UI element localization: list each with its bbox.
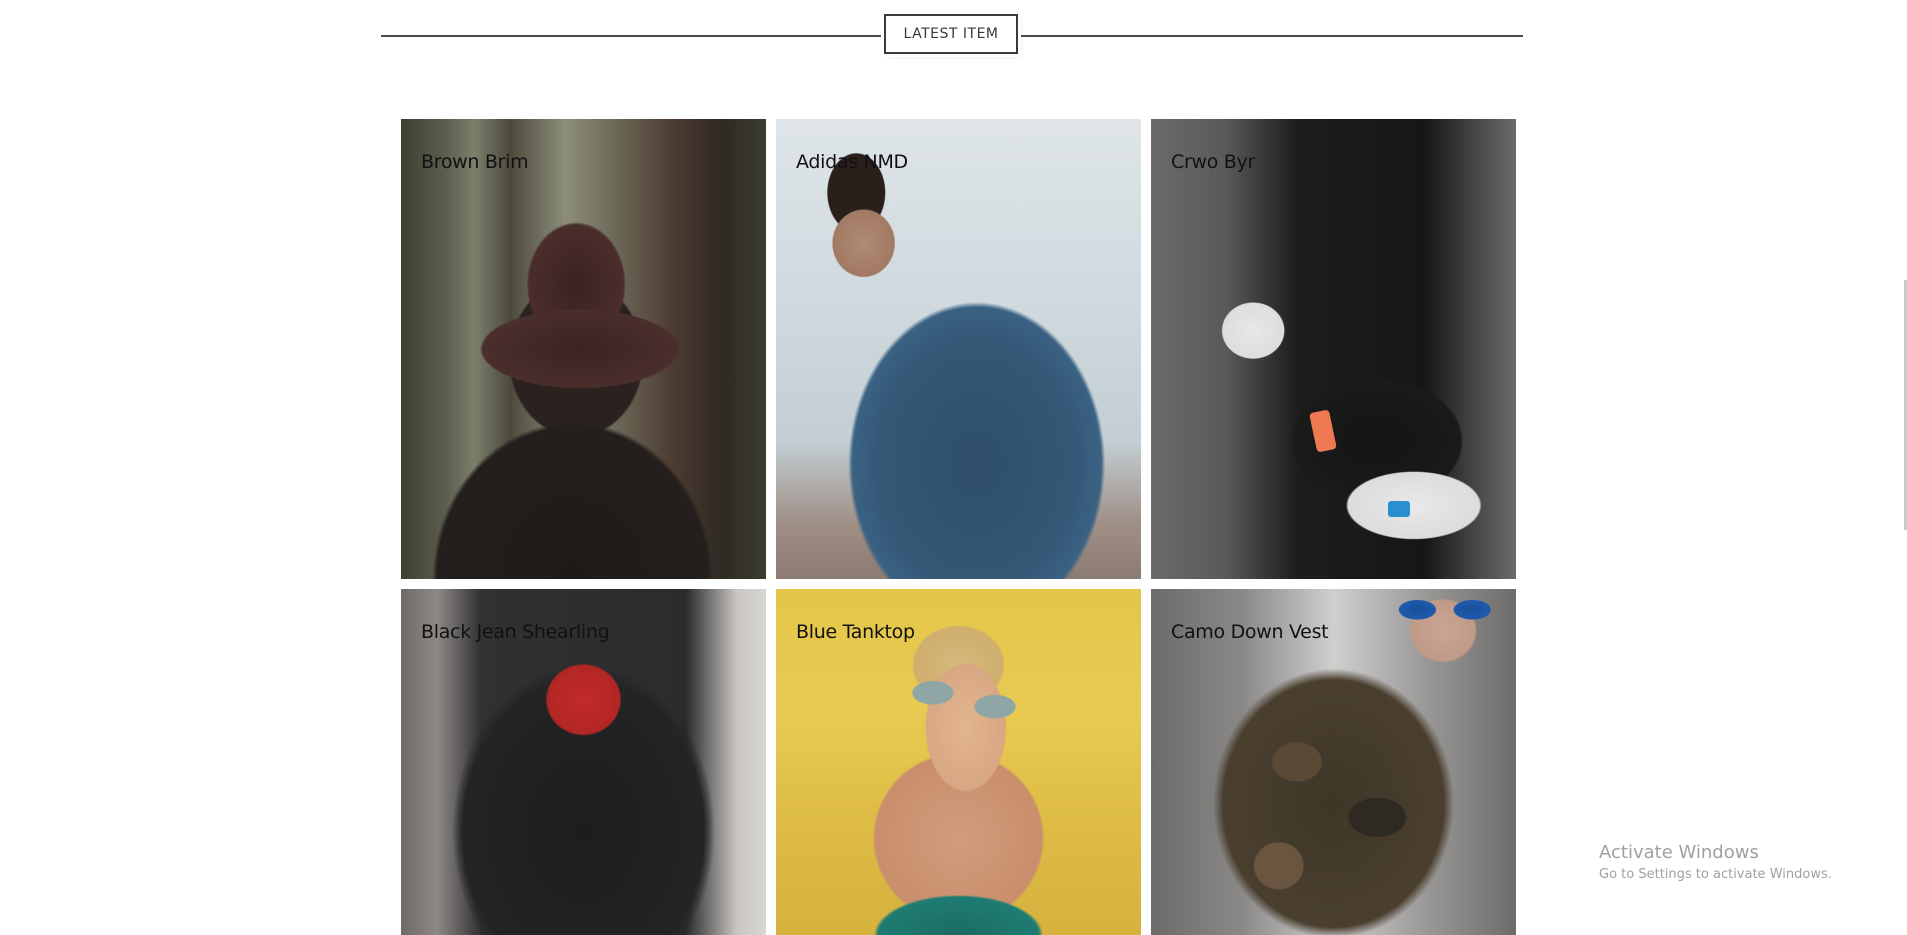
product-card-adidas-nmd[interactable]: Adidas NMD (776, 119, 1141, 579)
product-image (401, 119, 766, 579)
product-name: Blue Tanktop (796, 621, 915, 643)
product-name: Black Jean Shearling (421, 621, 610, 643)
product-name: Adidas NMD (796, 151, 908, 173)
sneaker-accent-blue (1388, 501, 1410, 517)
watermark-subtitle: Go to Settings to activate Windows. (1599, 867, 1832, 882)
product-card-brown-brim[interactable]: Brown Brim (401, 119, 766, 579)
activate-windows-watermark: Activate Windows Go to Settings to activ… (1599, 842, 1832, 882)
product-card-blue-tanktop[interactable]: Blue Tanktop (776, 589, 1141, 935)
section-header: LATEST ITEM (381, 14, 1523, 56)
product-card-black-jean-shearling[interactable]: Black Jean Shearling (401, 589, 766, 935)
product-name: Brown Brim (421, 151, 529, 173)
section-title: LATEST ITEM (884, 14, 1018, 54)
page: LATEST ITEM Brown Brim Adidas NMD Crwo B… (0, 0, 1907, 935)
product-name: Camo Down Vest (1171, 621, 1329, 643)
watermark-title: Activate Windows (1599, 842, 1759, 863)
product-name: Crwo Byr (1171, 151, 1255, 173)
product-image (1151, 119, 1516, 579)
product-card-camo-down-vest[interactable]: Camo Down Vest (1151, 589, 1516, 935)
product-card-crwo-byr[interactable]: Crwo Byr (1151, 119, 1516, 579)
product-image (776, 119, 1141, 579)
